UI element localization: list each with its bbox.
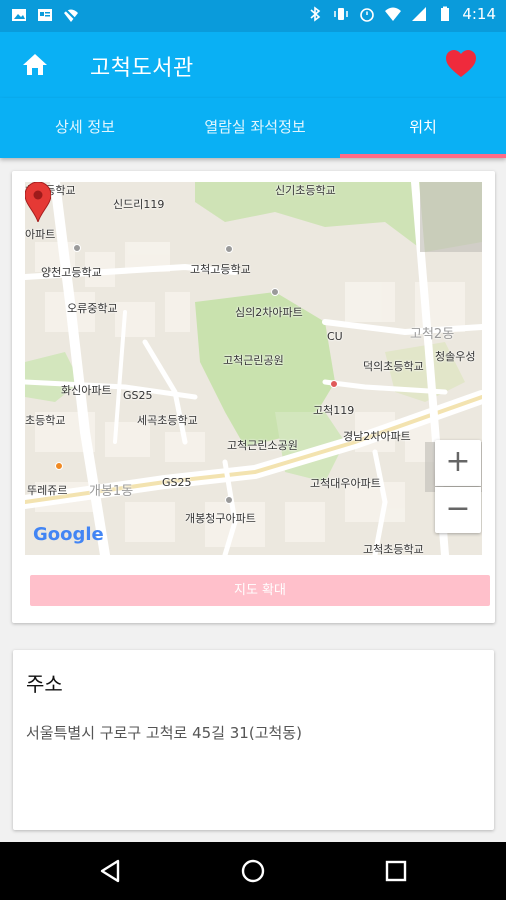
tab-location[interactable]: 위치	[340, 98, 506, 158]
tab-bar: 상세 정보 열람실 좌석정보 위치	[0, 98, 506, 158]
map-label: 고척119	[313, 404, 355, 417]
map-label: 고척대우아파트	[310, 477, 381, 490]
map-label: 경남2차아파트	[343, 430, 411, 443]
map-label: 신드리119	[113, 198, 165, 211]
app-bar: 고척도서관	[0, 32, 506, 98]
zoom-out-button[interactable]: −	[435, 487, 481, 533]
tab-reading-room-seats[interactable]: 열람실 좌석정보	[170, 98, 340, 158]
system-nav-bar	[0, 842, 506, 900]
status-system: 4:14	[306, 5, 496, 23]
map-poi	[330, 380, 338, 388]
map-label: 세곡초등학교	[137, 414, 198, 427]
map-label: GS25	[123, 389, 153, 402]
map-label: CU	[327, 330, 343, 343]
news-icon	[38, 9, 52, 21]
map-label: 초등학교	[25, 414, 66, 427]
bluetooth-icon	[310, 6, 321, 22]
address-card: 주소 서울특별시 구로구 고척로 45길 31(고척동)	[13, 650, 494, 830]
map-card: 신기초등학교 신드리119 차고등학교 아파트 양천고등학교 고척고등학교 오류…	[12, 171, 495, 623]
map-poi	[225, 245, 233, 253]
map-poi	[271, 288, 279, 296]
recents-square-icon[interactable]	[381, 856, 411, 886]
map-poi	[73, 244, 81, 252]
heart-icon[interactable]	[446, 50, 476, 78]
map-label: 고척2동	[410, 327, 455, 342]
google-logo-text: Google	[33, 524, 104, 545]
map-label: 덕의초등학교	[363, 360, 424, 373]
map-label: 고척고등학교	[190, 263, 251, 276]
map-label: 개봉청구아파트	[185, 512, 256, 525]
address-text: 서울특별시 구로구 고척로 45길 31(고척동)	[26, 724, 302, 742]
address-heading: 주소	[26, 672, 63, 696]
map-label: 개봉1동	[89, 484, 134, 499]
map-pin-icon[interactable]	[25, 182, 51, 222]
image-icon	[12, 9, 26, 21]
map-view[interactable]: 신기초등학교 신드리119 차고등학교 아파트 양천고등학교 고척고등학교 오류…	[25, 182, 482, 555]
map-label: 고척근린소공원	[227, 439, 298, 452]
status-notifications	[10, 6, 80, 24]
home-circle-icon[interactable]	[238, 856, 268, 886]
vibrate-icon	[334, 8, 349, 20]
expand-map-button[interactable]: 지도 확대	[30, 575, 490, 606]
active-tab-indicator	[340, 154, 506, 158]
map-label: 청솔우성	[435, 350, 476, 363]
wifi-off-icon	[64, 8, 78, 22]
map-label: 고척초등학교	[363, 543, 424, 555]
back-triangle-icon[interactable]	[96, 856, 126, 886]
map-label: 신기초등학교	[275, 184, 336, 197]
map-label: 오류중학교	[67, 302, 118, 315]
status-time: 4:14	[462, 5, 496, 23]
map-label: 양천고등학교	[41, 266, 102, 279]
map-label: 화신아파트	[61, 384, 112, 397]
zoom-in-button[interactable]: +	[435, 440, 481, 486]
battery-icon	[441, 6, 450, 21]
tab-details[interactable]: 상세 정보	[0, 98, 170, 158]
wifi-icon	[385, 7, 402, 21]
map-label: GS25	[162, 476, 192, 489]
home-icon[interactable]	[22, 52, 48, 76]
map-label: 고척근린공원	[223, 354, 284, 367]
google-logo: Google	[33, 524, 104, 545]
map-label: 심의2차아파트	[235, 306, 303, 319]
status-bar: 4:14	[0, 0, 506, 32]
alarm-icon	[360, 8, 375, 22]
map-label: 아파트	[25, 228, 56, 241]
signal-icon	[412, 7, 427, 21]
page-title: 고척도서관	[90, 56, 194, 81]
map-poi	[55, 462, 63, 470]
map-poi	[225, 496, 233, 504]
map-label: 뚜레쥬르	[27, 484, 68, 497]
